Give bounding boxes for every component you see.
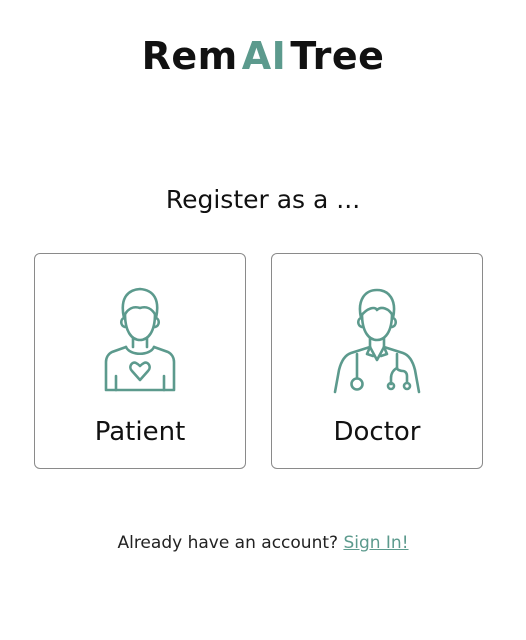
sign-in-link[interactable]: Sign In! — [343, 533, 408, 553]
brand-name-ai: AI — [241, 34, 287, 78]
signin-prompt-text: Already have an account? — [117, 533, 339, 553]
register-heading: Register as a ... — [165, 185, 361, 214]
patient-label: Patient — [94, 417, 186, 447]
patient-icon — [104, 287, 176, 392]
signin-prompt: Already have an account? Sign In! — [0, 530, 526, 556]
doctor-label: Doctor — [333, 417, 421, 447]
brand-name-tree: Tree — [290, 34, 385, 78]
doctor-option-card[interactable]: Doctor — [271, 253, 483, 469]
brand-name-rem: Rem — [141, 34, 238, 78]
doctor-icon — [333, 288, 421, 394]
patient-option-card[interactable]: Patient — [34, 253, 246, 469]
brand-logo: Rem AI Tree — [0, 28, 526, 84]
